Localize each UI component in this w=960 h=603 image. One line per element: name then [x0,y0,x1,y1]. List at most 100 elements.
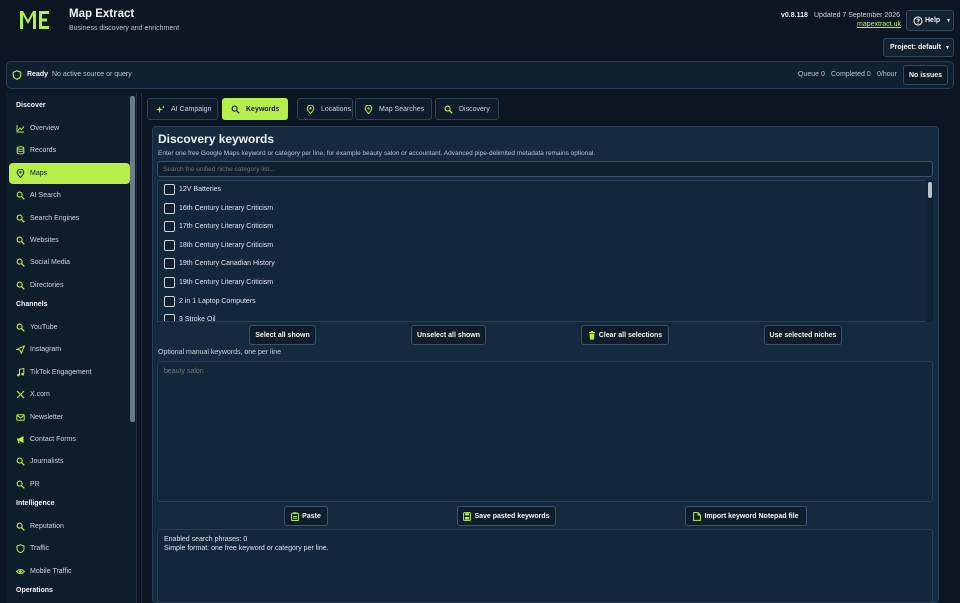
sidebar-item-label: Search Engines [30,214,80,222]
niche-search-input[interactable] [157,161,933,177]
niche-option[interactable]: 19th Century Canadian History [164,258,275,270]
shield-icon [16,544,25,554]
search-icon [231,105,240,114]
tab-label: Map Searches [379,105,425,113]
use-selected-label: Use selected niches [769,331,837,339]
sidebar-item-reputation[interactable]: Reputation [9,516,130,537]
checkbox[interactable] [164,314,175,321]
sidebar-item-youtube[interactable]: YouTube [9,317,130,338]
paste-button[interactable]: Paste [284,506,328,526]
sidebar-item-tiktok-engagement[interactable]: TikTok Engagement [9,362,130,383]
sidebar-item-label: AI Search [30,192,61,200]
output-box [157,529,933,603]
sidebar-item-label: Websites [30,237,59,244]
sidebar-item-pr[interactable]: PR [9,474,130,495]
project-select[interactable]: Project: default ▼ [883,38,954,57]
niche-label: 19th Century Canadian History [179,260,275,268]
niche-label: 16th Century Literary Criticism [179,204,274,212]
sidebar-item-label: Instagram [30,346,62,354]
panel-title: Discovery keywords [158,132,275,146]
niche-list-scrollbar[interactable] [928,182,932,198]
sidebar-item-instagram[interactable]: Instagram [9,339,130,360]
sidebar-heading: Channels [16,301,48,308]
niche-option[interactable]: 17th Century Literary Criticism [164,221,273,233]
help-label: Help [925,17,941,24]
file-icon [693,511,702,521]
sidebar-item-social-media[interactable]: Social Media [9,252,130,273]
search-icon [16,323,25,332]
sidebar-item-ai-search[interactable]: AI Search [9,185,130,206]
sidebar-item-records[interactable]: Records [9,140,130,161]
tab-keywords[interactable]: Keywords [222,98,288,120]
database-icon [16,146,25,155]
sidebar-item-journalists[interactable]: Journalists [9,451,130,472]
panel-description: Enter one free Google Maps keyword or ca… [158,150,596,157]
rate-label: 0/hour [877,71,897,78]
niche-option[interactable]: 2 in 1 Laptop Computers [164,295,256,308]
save-keywords-button[interactable]: Save pasted keywords [457,506,556,526]
site-link[interactable]: mapextract.uk [857,21,901,28]
niche-option[interactable]: 3 Stroke Oil [164,314,216,321]
select-all-label: Select all shown [255,331,310,339]
manual-keywords-input[interactable] [157,361,933,502]
sidebar-heading: Intelligence [16,500,55,507]
tab-ai-campaign[interactable]: AI Campaign [147,98,218,120]
unselect-all-button[interactable]: Unselect all shown [411,325,486,345]
trash-icon [588,330,595,340]
import-keywords-button[interactable]: Import keyword Notepad file [685,506,807,526]
select-all-button[interactable]: Select all shown [249,325,316,345]
tab-label: Locations [321,105,351,113]
issues-button[interactable]: No issues [903,65,948,85]
sidebar-item-label: Overview [30,125,60,132]
checkbox[interactable] [164,295,175,307]
niche-option[interactable]: 12V Batteries [164,184,221,196]
megaphone-icon [17,436,24,444]
niche-option[interactable]: 18th Century Literary Criticism [164,239,273,252]
niche-list [157,180,933,322]
format-hint-text: Simple format: one free keyword or categ… [164,545,329,552]
checkbox[interactable] [164,184,175,195]
checkbox[interactable] [164,258,175,270]
sidebar-item-overview[interactable]: Overview [9,118,130,139]
tab-locations[interactable]: Locations [297,98,353,120]
manual-keywords-label: Optional manual keywords, one per line [158,349,281,356]
sidebar-item-x-com[interactable]: X.com [9,384,130,405]
sidebar-item-label: Journalists [30,458,64,466]
sidebar-item-directories[interactable]: Directories [9,275,130,296]
sidebar-item-label: Social Media [30,259,71,267]
help-button[interactable]: Help ▼ [906,10,954,31]
sidebar-item-label: X.com [30,391,50,399]
use-selected-button[interactable]: Use selected niches [764,325,842,345]
chart-line-icon [16,125,25,133]
clear-selections-button[interactable]: Clear all selections [581,325,669,345]
niche-label: 12V Batteries [179,186,222,193]
completed-count: Completed 0 [831,71,871,78]
music-note-icon [17,367,25,377]
sidebar-item-mobile-traffic[interactable]: Mobile Traffic [9,561,130,582]
import-keywords-label: Import keyword Notepad file [704,512,799,520]
tab-label: Discovery [459,105,490,113]
checkbox[interactable] [164,239,175,251]
sidebar-item-newsletter[interactable]: Newsletter [9,407,130,428]
divider [141,93,142,603]
sidebar-item-label: Records [30,147,57,155]
sidebar-scrollbar[interactable] [130,96,135,422]
sidebar-item-maps[interactable]: Maps [9,162,130,184]
sidebar-item-traffic[interactable]: Traffic [9,538,130,559]
checkbox[interactable] [164,277,175,288]
map-pin-icon [16,168,25,178]
sidebar-item-contact-forms[interactable]: Contact Forms [9,429,130,450]
niche-option[interactable]: 19th Century Literary Criticism [164,277,273,289]
checkbox[interactable] [164,202,175,214]
niche-option[interactable]: 16th Century Literary Criticism [164,202,274,215]
tab-map-searches[interactable]: Map Searches [355,98,432,120]
sidebar-item-search-engines[interactable]: Search Engines [9,208,130,229]
search-icon [16,258,25,268]
checkbox[interactable] [164,221,175,233]
sidebar-item-label: Reputation [30,523,64,530]
sidebar-item-websites[interactable]: Websites [9,230,130,251]
sidebar-item-label: Traffic [30,545,50,553]
search-icon [444,105,453,114]
app-title: Map Extract [69,8,135,20]
tab-discovery[interactable]: Discovery [435,98,499,120]
